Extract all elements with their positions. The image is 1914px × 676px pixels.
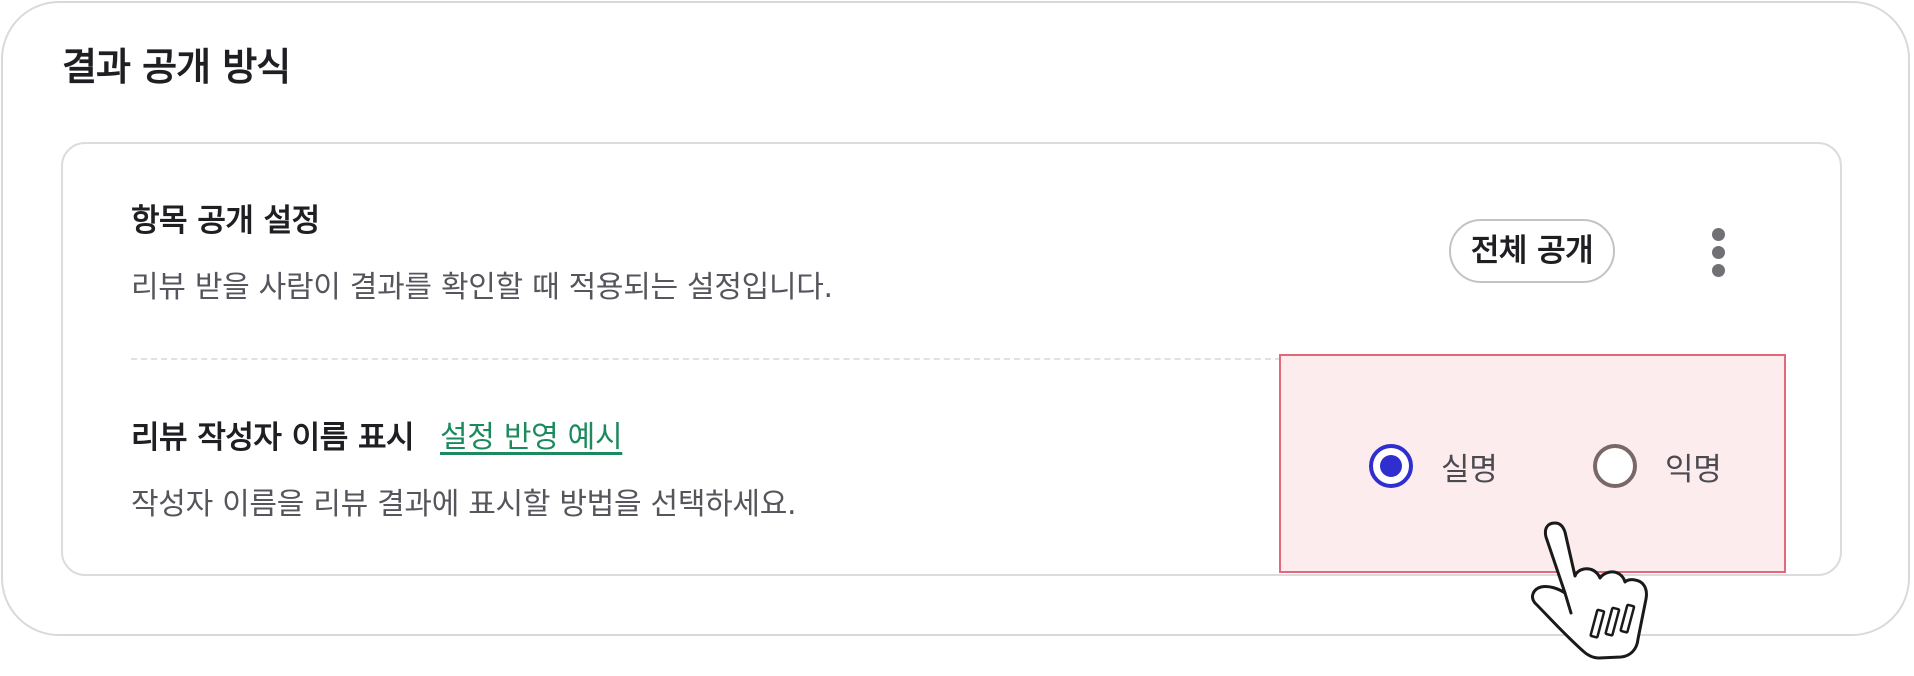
author-name-description: 작성자 이름을 리뷰 결과에 표시할 방법을 선택하세요.	[131, 487, 797, 522]
radio-label-anonymous: 익명	[1665, 451, 1722, 488]
section-title: 결과 공개 방식	[62, 45, 291, 89]
row-divider	[131, 358, 1281, 360]
item-visibility-title: 항목 공개 설정	[131, 203, 320, 239]
settings-example-link[interactable]: 설정 반영 예시	[440, 412, 623, 456]
more-vertical-icon	[1712, 228, 1725, 241]
radio-label-real-name: 실명	[1441, 451, 1498, 488]
author-name-title: 리뷰 작성자 이름 표시	[131, 420, 415, 456]
more-options-button[interactable]	[1700, 222, 1736, 282]
item-visibility-description: 리뷰 받을 사람이 결과를 확인할 때 적용되는 설정입니다.	[131, 270, 833, 305]
visibility-scope-button[interactable]: 전체 공개	[1449, 219, 1615, 283]
radio-button-unchecked[interactable]	[1593, 444, 1637, 488]
radio-button-checked[interactable]	[1369, 444, 1413, 488]
radio-option-real-name[interactable]: 실명	[1369, 440, 1498, 492]
radio-option-anonymous[interactable]: 익명	[1593, 440, 1722, 492]
hand-pointer-icon	[1531, 521, 1648, 660]
